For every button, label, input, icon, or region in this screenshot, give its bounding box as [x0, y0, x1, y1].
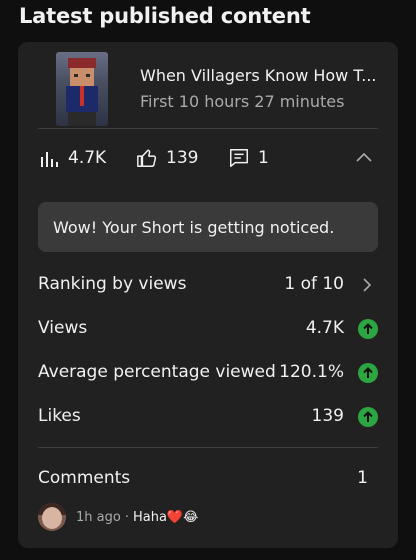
metric-row-ranking[interactable]: Ranking by views 1 of 10 [38, 270, 378, 300]
video-title[interactable]: When Villagers Know How T... [140, 66, 380, 85]
bar-chart-icon [41, 152, 58, 167]
metric-value: 139 [311, 406, 344, 426]
video-thumbnail[interactable] [56, 52, 108, 126]
comment-time: 1h ago [76, 509, 121, 525]
metric-row-likes: Likes 139 [38, 402, 378, 432]
metric-label: Views [38, 318, 88, 338]
metric-row-views: Views 4.7K [38, 314, 378, 344]
metric-row-avg-percentage: Average percentage viewed 120.1% [38, 358, 378, 388]
metric-value: 4.7K [305, 318, 344, 338]
trend-up-icon [358, 363, 378, 383]
comments-count: 1 [258, 148, 269, 168]
metric-value: 120.1% [279, 362, 344, 382]
video-subtitle: First 10 hours 27 minutes [140, 92, 345, 111]
avatar [38, 503, 66, 531]
comment-separator: · [124, 509, 129, 525]
comment-icon [230, 149, 248, 167]
trend-up-icon [358, 407, 378, 427]
latest-comment[interactable]: 1h ago · Haha❤️😂 [38, 500, 378, 534]
metric-label: Likes [38, 406, 81, 426]
chevron-right-icon[interactable] [360, 275, 374, 295]
likes-count: 139 [166, 148, 199, 168]
comments-total: 1 [357, 468, 368, 488]
divider [38, 128, 378, 129]
section-title: Latest published content [19, 4, 311, 28]
video-row[interactable]: When Villagers Know How T... First 10 ho… [18, 42, 398, 130]
metric-label: Average percentage viewed [38, 362, 276, 382]
comments-stat: 1 [228, 142, 269, 174]
chevron-up-icon[interactable] [354, 148, 374, 168]
divider [38, 447, 378, 448]
likes-stat: 139 [136, 142, 198, 174]
thumbs-up-icon [137, 149, 157, 167]
trend-up-icon [358, 319, 378, 339]
comments-header[interactable]: Comments 1 [38, 464, 378, 494]
comment-text: Haha❤️😂 [132, 509, 199, 525]
comments-label: Comments [38, 468, 131, 488]
notice-banner: Wow! Your Short is getting noticed. [38, 202, 378, 252]
latest-content-card: When Villagers Know How T... First 10 ho… [18, 42, 398, 548]
views-count: 4.7K [68, 148, 107, 168]
notice-text: Wow! Your Short is getting noticed. [53, 217, 335, 237]
metric-label: Ranking by views [38, 274, 187, 294]
views-stat: 4.7K [40, 142, 106, 174]
stats-row: 4.7K 139 1 [18, 142, 398, 174]
metric-value: 1 of 10 [284, 274, 344, 294]
